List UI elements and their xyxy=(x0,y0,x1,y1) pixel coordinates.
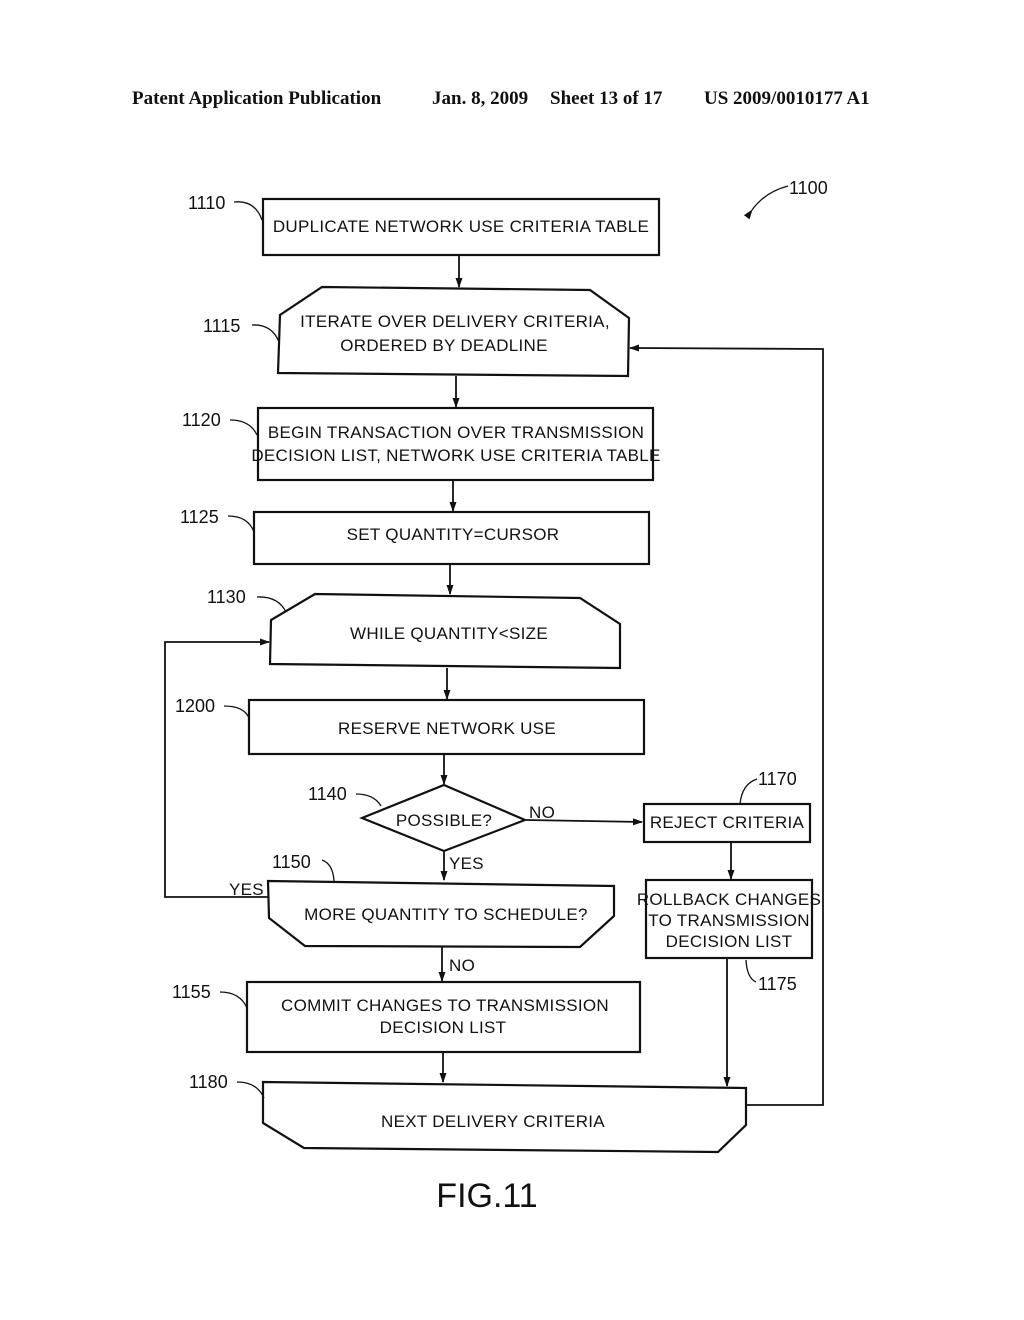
ref-label-1200: 1200 xyxy=(175,696,215,716)
ref-label-1120: 1120 xyxy=(182,410,221,430)
node-1125-text: SET QUANTITY=CURSOR xyxy=(347,525,560,544)
ref-label-1155: 1155 xyxy=(172,982,211,1002)
node-1155-text-2: DECISION LIST xyxy=(380,1018,507,1037)
node-1175-text-3: DECISION LIST xyxy=(666,932,793,951)
ref-label-1175: 1175 xyxy=(758,974,797,994)
node-1170-text: REJECT CRITERIA xyxy=(650,813,805,832)
edge-1150-1130 xyxy=(164,638,270,898)
node-1150-text: MORE QUANTITY TO SCHEDULE? xyxy=(304,905,588,924)
ref-label-1150: 1150 xyxy=(272,852,311,872)
node-1140-text: POSSIBLE? xyxy=(396,811,492,830)
ref-label-1125: 1125 xyxy=(180,507,219,527)
node-1180-text: NEXT DELIVERY CRITERIA xyxy=(381,1112,605,1131)
node-1170: REJECT CRITERIA 1170 xyxy=(642,769,812,844)
node-1125: SET QUANTITY=CURSOR 1125 xyxy=(180,507,651,566)
node-1120-text-2: DECISION LIST, NETWORK USE CRITERIA TABL… xyxy=(251,446,660,465)
edge-label-more-no: NO xyxy=(449,956,475,975)
node-1155: COMMIT CHANGES TO TRANSMISSION DECISION … xyxy=(172,980,642,1054)
node-1140: POSSIBLE? 1140 xyxy=(308,783,528,853)
ref-label-1130: 1130 xyxy=(207,587,246,607)
node-1110: DUPLICATE NETWORK USE CRITERIA TABLE 111… xyxy=(188,193,661,257)
figure-ref-1100: 1100 xyxy=(743,178,828,220)
node-1130-text: WHILE QUANTITY<SIZE xyxy=(350,624,548,643)
node-1120-text-1: BEGIN TRANSACTION OVER TRANSMISSION xyxy=(268,423,644,442)
node-1200: RESERVE NETWORK USE 1200 xyxy=(175,696,646,756)
edge-label-possible-no: NO xyxy=(529,803,555,822)
node-1120: BEGIN TRANSACTION OVER TRANSMISSION DECI… xyxy=(182,406,660,482)
node-1200-text: RESERVE NETWORK USE xyxy=(338,719,556,738)
node-1155-text-1: COMMIT CHANGES TO TRANSMISSION xyxy=(281,996,609,1015)
ref-label-1115: 1115 xyxy=(203,316,240,336)
ref-label-1100: 1100 xyxy=(789,178,828,198)
ref-label-1180: 1180 xyxy=(189,1072,228,1092)
connectors xyxy=(164,256,824,1106)
node-1110-text: DUPLICATE NETWORK USE CRITERIA TABLE xyxy=(273,217,649,236)
node-1175-text-2: TO TRANSMISSION xyxy=(648,911,810,930)
node-1130: WHILE QUANTITY<SIZE 1130 xyxy=(207,587,622,670)
edge-label-possible-yes: YES xyxy=(449,854,484,873)
node-1115: ITERATE OVER DELIVERY CRITERIA, ORDERED … xyxy=(203,285,631,378)
node-1180: NEXT DELIVERY CRITERIA 1180 xyxy=(189,1072,748,1154)
ref-label-1110: 1110 xyxy=(188,193,225,213)
flowchart: 1100 DUPLICATE NETWORK USE CRITERIA TABL… xyxy=(164,178,828,1215)
node-1115-text-1: ITERATE OVER DELIVERY CRITERIA, xyxy=(300,312,610,331)
figure-caption: FIG.11 xyxy=(436,1177,537,1215)
ref-label-1140: 1140 xyxy=(308,784,347,804)
node-1175-text-1: ROLLBACK CHANGES xyxy=(637,890,821,909)
node-1115-text-2: ORDERED BY DEADLINE xyxy=(340,336,548,355)
edge-label-more-yes: YES xyxy=(229,880,264,899)
node-1150: MORE QUANTITY TO SCHEDULE? 1150 xyxy=(266,852,616,949)
node-1175: ROLLBACK CHANGES TO TRANSMISSION DECISIO… xyxy=(637,878,821,994)
ref-label-1170: 1170 xyxy=(758,769,797,789)
